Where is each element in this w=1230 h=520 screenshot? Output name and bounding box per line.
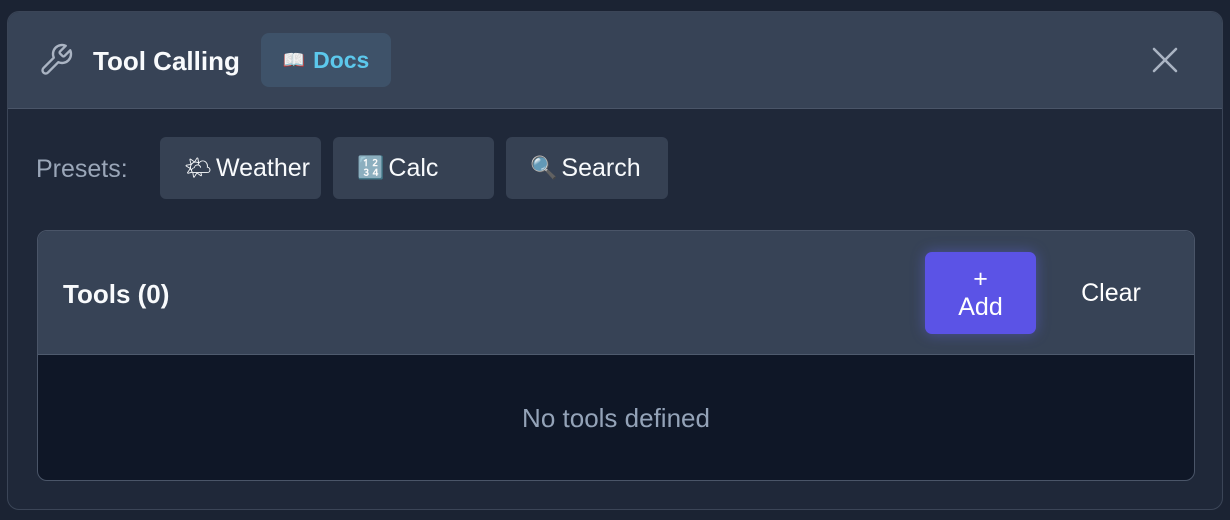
docs-button[interactable]: 📖 Docs <box>261 33 391 87</box>
preset-label: Search <box>561 153 641 182</box>
panel-header: Tool Calling 📖 Docs <box>8 12 1222 109</box>
numbers-icon: 🔢 <box>357 155 385 180</box>
docs-label: Docs <box>313 46 370 73</box>
sun-cloud-icon: 🌤 <box>184 155 212 180</box>
panel-title: Tool Calling <box>93 46 240 76</box>
magnifier-icon: 🔍 <box>530 155 558 180</box>
preset-label: Calc <box>388 153 439 182</box>
tools-title: Tools (0) <box>63 279 170 309</box>
plus-icon: + <box>973 265 988 293</box>
empty-state-message: No tools defined <box>522 402 710 433</box>
tools-header: Tools (0) + Add Clear <box>38 231 1194 355</box>
add-label: Add <box>958 293 1003 321</box>
presets-label: Presets: <box>36 155 128 183</box>
preset-label: Weather <box>215 153 310 182</box>
close-icon[interactable] <box>1150 45 1180 75</box>
clear-button[interactable]: Clear <box>1058 252 1164 334</box>
preset-search-button[interactable]: 🔍 Search <box>506 137 668 199</box>
preset-weather-button[interactable]: 🌤 Weather <box>160 137 321 199</box>
book-icon: 📖 <box>282 49 306 70</box>
preset-calc-button[interactable]: 🔢 Calc <box>333 137 494 199</box>
tool-calling-panel: Tool Calling 📖 Docs Presets: 🌤 Weather 🔢… <box>7 11 1223 510</box>
add-tool-button[interactable]: + Add <box>925 252 1036 334</box>
wrench-icon <box>41 43 73 75</box>
tools-section: Tools (0) + Add Clear No tools defined <box>37 230 1195 481</box>
